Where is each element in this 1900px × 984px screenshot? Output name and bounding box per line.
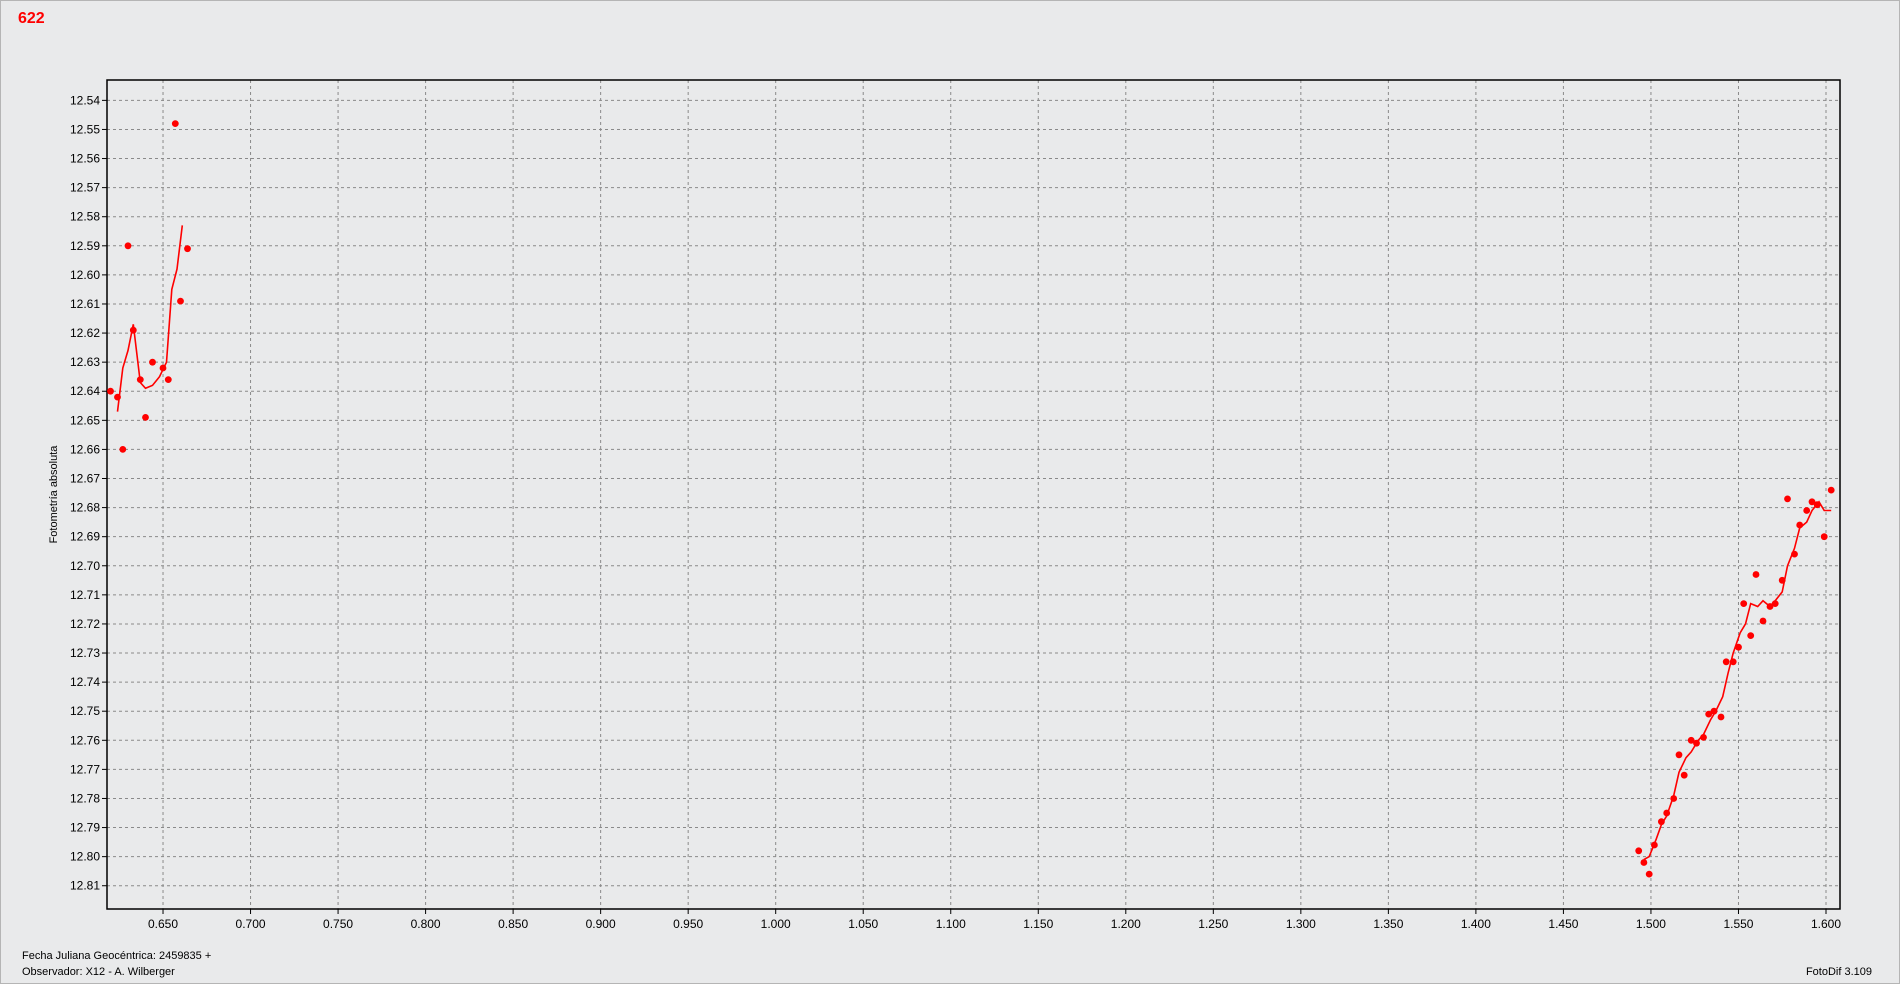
data-point <box>1784 495 1791 503</box>
x-tick-label: 0.800 <box>411 917 441 931</box>
data-point <box>1722 658 1730 666</box>
y-tick-label: 12.80 <box>70 850 100 864</box>
data-point <box>1791 550 1798 558</box>
data-point <box>1740 600 1748 607</box>
observer-label: Observador: X12 - A. Wilberger <box>22 966 175 978</box>
data-point <box>136 376 144 383</box>
y-tick-label: 12.70 <box>70 559 100 573</box>
x-tick-label: 1.200 <box>1111 917 1141 931</box>
data-point <box>1747 632 1755 639</box>
data-point <box>159 364 167 372</box>
software-version: FotoDif 3.109 <box>1805 966 1872 978</box>
x-tick-label: 0.700 <box>236 917 266 931</box>
x-tick-label: 0.750 <box>323 917 353 931</box>
x-tick-label: 1.150 <box>1023 917 1053 931</box>
data-point <box>1645 870 1653 878</box>
data-point <box>1658 818 1665 826</box>
y-tick-label: 12.68 <box>70 501 100 515</box>
data-point <box>171 120 179 127</box>
data-point <box>1710 707 1718 715</box>
y-tick-label: 12.79 <box>70 821 100 835</box>
data-point <box>1827 486 1835 494</box>
x-tick-label: 0.950 <box>673 917 703 931</box>
data-point <box>114 393 121 401</box>
data-point <box>164 376 172 383</box>
data-point <box>1717 713 1725 721</box>
x-tick-label: 1.500 <box>1636 917 1666 931</box>
y-tick-label: 12.72 <box>70 617 100 631</box>
y-tick-label: 12.67 <box>70 472 100 486</box>
data-point <box>142 414 149 421</box>
y-tick-label: 12.71 <box>70 588 100 602</box>
julian-date-label: Fecha Juliana Geocéntrica: 2459835 + <box>22 950 212 962</box>
x-tick-label: 1.000 <box>761 917 791 931</box>
y-tick-label: 12.59 <box>70 239 100 253</box>
y-tick-label: 12.62 <box>70 326 100 340</box>
data-point <box>1729 658 1737 666</box>
data-point <box>129 326 137 334</box>
x-tick-label: 0.850 <box>498 917 528 931</box>
y-tick-label: 12.81 <box>70 879 100 893</box>
x-tick-label: 1.250 <box>1198 917 1228 931</box>
y-tick-label: 12.57 <box>70 181 100 195</box>
y-tick-label: 12.66 <box>70 442 100 456</box>
data-point <box>1759 617 1767 625</box>
data-point <box>1700 734 1707 741</box>
y-tick-label: 12.77 <box>70 762 100 776</box>
x-tick-label: 1.350 <box>1373 917 1403 931</box>
data-point <box>1735 643 1742 651</box>
x-tick-label: 1.050 <box>848 917 878 931</box>
y-tick-label: 12.54 <box>70 93 100 107</box>
data-point <box>1752 571 1760 578</box>
y-tick-label: 12.69 <box>70 530 100 544</box>
data-point <box>1796 521 1804 529</box>
data-point <box>1771 600 1779 607</box>
x-tick-label: 1.450 <box>1548 917 1578 931</box>
data-point <box>107 387 114 395</box>
y-axis-label: Fotometría absoluta <box>48 445 60 544</box>
data-point <box>1651 841 1658 849</box>
plot-area <box>107 80 1840 909</box>
data-point <box>124 242 132 250</box>
data-point <box>1663 809 1671 817</box>
y-tick-label: 12.58 <box>70 210 100 224</box>
data-point <box>1635 847 1643 855</box>
data-point <box>177 297 184 305</box>
y-tick-label: 12.61 <box>70 297 100 311</box>
data-point <box>1670 795 1678 802</box>
data-point <box>1803 507 1811 514</box>
data-point <box>184 245 191 253</box>
data-point <box>1813 501 1821 509</box>
y-tick-label: 12.55 <box>70 122 100 136</box>
y-tick-label: 12.63 <box>70 355 100 369</box>
y-tick-label: 12.76 <box>70 733 100 747</box>
data-point <box>1680 771 1688 779</box>
x-tick-label: 1.550 <box>1723 917 1753 931</box>
y-tick-label: 12.64 <box>70 384 100 398</box>
data-point <box>1820 533 1828 541</box>
y-tick-label: 12.56 <box>70 152 100 166</box>
data-point <box>1640 859 1648 866</box>
y-tick-label: 12.60 <box>70 268 100 282</box>
x-tick-label: 1.400 <box>1461 917 1491 931</box>
y-tick-label: 12.73 <box>70 646 100 660</box>
y-tick-label: 12.78 <box>70 791 100 805</box>
data-point <box>1675 751 1683 759</box>
data-point <box>149 358 156 366</box>
y-tick-label: 12.65 <box>70 413 100 427</box>
y-tick-label: 12.75 <box>70 704 100 718</box>
x-tick-label: 1.300 <box>1286 917 1316 931</box>
x-tick-label: 1.100 <box>936 917 966 931</box>
data-point <box>119 446 127 453</box>
data-point <box>1693 739 1700 747</box>
x-tick-label: 1.600 <box>1811 917 1841 931</box>
x-tick-label: 0.650 <box>148 917 178 931</box>
light-curve-chart: 0.650 0.700 0.750 0.800 0.850 0.900 0.950 1.000… <box>48 79 1841 931</box>
data-point <box>1778 576 1786 584</box>
x-tick-label: 0.900 <box>586 917 616 931</box>
y-tick-label: 12.74 <box>70 675 100 689</box>
